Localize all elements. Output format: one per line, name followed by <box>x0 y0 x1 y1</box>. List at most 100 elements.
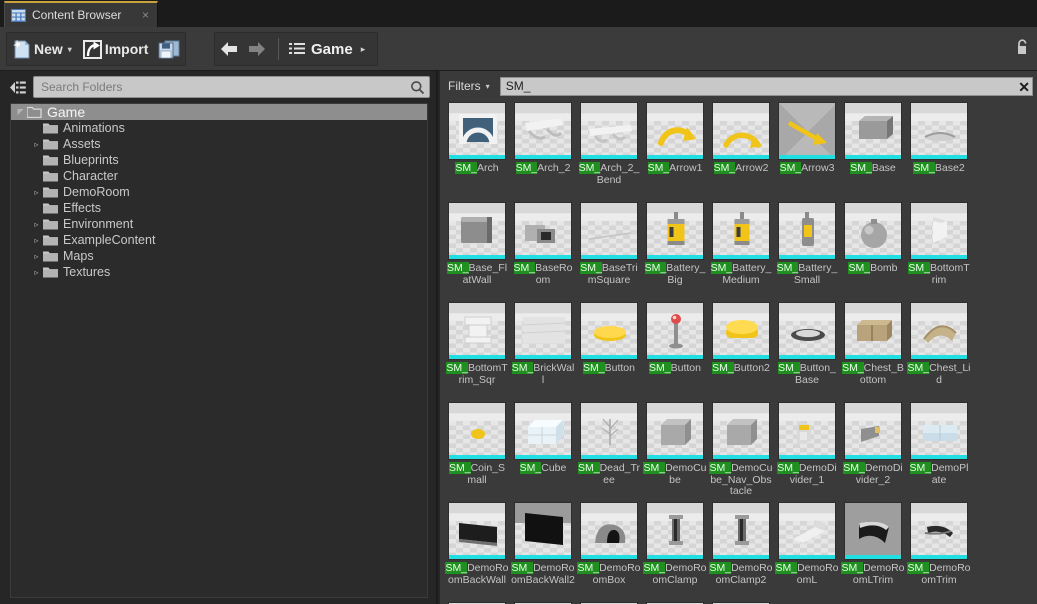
asset-thumbnail[interactable] <box>712 502 770 560</box>
asset-tile[interactable]: SM_Button2 <box>709 302 773 402</box>
search-assets-box[interactable]: ✕ <box>499 76 1033 96</box>
expander-closed-icon[interactable]: ▹ <box>31 187 42 198</box>
asset-thumbnail[interactable] <box>910 502 968 560</box>
asset-thumbnail[interactable] <box>778 102 836 160</box>
asset-tile[interactable]: SM_DemoRoomBackWall2 <box>511 502 575 602</box>
asset-thumbnail[interactable] <box>448 302 506 360</box>
asset-thumbnail[interactable] <box>448 202 506 260</box>
asset-tile[interactable]: SM_BottomTrim_Sqr <box>445 302 509 402</box>
asset-thumbnail[interactable] <box>778 502 836 560</box>
asset-thumbnail[interactable] <box>646 402 704 460</box>
asset-tile[interactable]: SM_Battery_Big <box>643 202 707 302</box>
asset-thumbnail[interactable] <box>580 202 638 260</box>
asset-tile[interactable]: SM_Battery_Medium <box>709 202 773 302</box>
asset-thumbnail[interactable] <box>646 502 704 560</box>
search-assets-input[interactable] <box>505 79 1014 93</box>
asset-tile[interactable]: SM_DemoRoomTrim <box>907 502 971 602</box>
path-list-icon[interactable] <box>289 42 305 56</box>
asset-tile[interactable]: SM_BrickWall <box>511 302 575 402</box>
asset-tile[interactable]: SM_Dead_Tree <box>577 402 641 502</box>
asset-thumbnail[interactable] <box>514 102 572 160</box>
tree-item-blueprints[interactable]: ▹ Blueprints <box>11 152 427 168</box>
search-folders-input[interactable] <box>41 80 409 94</box>
asset-thumbnail[interactable] <box>580 302 638 360</box>
asset-tile[interactable]: SM_Button_Base <box>775 302 839 402</box>
asset-tile[interactable]: SM_Chest_Lid <box>907 302 971 402</box>
asset-tile[interactable]: SM_Button <box>577 302 641 402</box>
asset-thumbnail[interactable] <box>844 302 902 360</box>
asset-thumbnail[interactable] <box>646 302 704 360</box>
expander-closed-icon[interactable]: ▹ <box>31 139 42 150</box>
tree-item-examplecontent[interactable]: ▹ ExampleContent <box>11 232 427 248</box>
asset-thumbnail[interactable] <box>646 102 704 160</box>
asset-thumbnail[interactable] <box>514 402 572 460</box>
asset-tile[interactable]: SM_Base <box>841 102 905 202</box>
asset-thumbnail[interactable] <box>844 402 902 460</box>
save-all-button[interactable] <box>153 34 185 64</box>
forward-arrow-icon[interactable] <box>246 39 268 59</box>
asset-tile[interactable]: SM_Base_FlatWall <box>445 202 509 302</box>
expander-closed-icon[interactable]: ▹ <box>31 267 42 278</box>
asset-tile[interactable]: SM_Button <box>643 302 707 402</box>
asset-tile[interactable]: SM_Arch_2_Bend <box>577 102 641 202</box>
asset-tile[interactable]: SM_DemoRoomBox <box>577 502 641 602</box>
asset-tile[interactable]: SM_BaseTrimSquare <box>577 202 641 302</box>
asset-tile[interactable]: SM_Arrow3 <box>775 102 839 202</box>
asset-thumbnail[interactable] <box>712 402 770 460</box>
asset-tile[interactable]: SM_DemoPlate <box>907 402 971 502</box>
asset-thumbnail[interactable] <box>844 502 902 560</box>
asset-tile[interactable]: SM_Bomb <box>841 202 905 302</box>
asset-thumbnail[interactable] <box>910 402 968 460</box>
search-folders-box[interactable] <box>33 76 430 98</box>
asset-thumbnail[interactable] <box>448 502 506 560</box>
tree-item-assets[interactable]: ▹ Assets <box>11 136 427 152</box>
asset-tile[interactable]: SM_Arch_2 <box>511 102 575 202</box>
close-icon[interactable]: × <box>140 9 151 21</box>
tree-item-textures[interactable]: ▹ Textures <box>11 264 427 280</box>
asset-tile[interactable]: SM_DemoRoomBackWall <box>445 502 509 602</box>
asset-thumbnail[interactable] <box>448 102 506 160</box>
asset-tile[interactable]: SM_Battery_Small <box>775 202 839 302</box>
asset-thumbnail[interactable] <box>778 302 836 360</box>
asset-tile[interactable]: SM_DemoRoomClamp <box>643 502 707 602</box>
asset-thumbnail[interactable] <box>712 302 770 360</box>
tab-content-browser[interactable]: Content Browser × <box>4 1 158 27</box>
sources-view-icon[interactable] <box>8 80 26 95</box>
asset-thumbnail[interactable] <box>514 202 572 260</box>
asset-tile[interactable]: SM_DemoRoomClamp2 <box>709 502 773 602</box>
asset-tile[interactable]: SM_Arrow1 <box>643 102 707 202</box>
asset-thumbnail[interactable] <box>910 302 968 360</box>
tree-item-character[interactable]: ▹ Character <box>11 168 427 184</box>
asset-tile[interactable]: SM_BottomTrim <box>907 202 971 302</box>
asset-tile[interactable]: SM_DemoDivider_2 <box>841 402 905 502</box>
tree-item-effects[interactable]: ▹ Effects <box>11 200 427 216</box>
new-button[interactable]: New ▾ <box>7 34 77 64</box>
asset-thumbnail[interactable] <box>580 102 638 160</box>
asset-thumbnail[interactable] <box>712 102 770 160</box>
tree-item-environment[interactable]: ▹ Environment <box>11 216 427 232</box>
asset-thumbnail[interactable] <box>712 202 770 260</box>
asset-tile[interactable]: SM_DemoRoomL <box>775 502 839 602</box>
tree-item-maps[interactable]: ▹ Maps <box>11 248 427 264</box>
tree-item-animations[interactable]: ▹ Animations <box>11 120 427 136</box>
asset-tile[interactable]: SM_BaseRoom <box>511 202 575 302</box>
asset-tile[interactable]: SM_DemoCube_Nav_Obstacle <box>709 402 773 502</box>
asset-thumbnail[interactable] <box>448 402 506 460</box>
expander-closed-icon[interactable]: ▹ <box>31 219 42 230</box>
asset-thumbnail[interactable] <box>580 502 638 560</box>
asset-thumbnail[interactable] <box>778 402 836 460</box>
tree-item-demoroom[interactable]: ▹ DemoRoom <box>11 184 427 200</box>
asset-thumbnail[interactable] <box>646 202 704 260</box>
asset-tile[interactable]: SM_Arch <box>445 102 509 202</box>
asset-tile[interactable]: SM_Coin_Small <box>445 402 509 502</box>
asset-tile[interactable]: SM_DemoDivider_1 <box>775 402 839 502</box>
asset-thumbnail[interactable] <box>514 502 572 560</box>
asset-thumbnail[interactable] <box>580 402 638 460</box>
asset-thumbnail[interactable] <box>910 102 968 160</box>
asset-thumbnail[interactable] <box>910 202 968 260</box>
back-arrow-icon[interactable] <box>218 39 240 59</box>
asset-thumbnail[interactable] <box>844 202 902 260</box>
import-button[interactable]: Import <box>77 34 154 64</box>
asset-tile[interactable]: SM_Cube <box>511 402 575 502</box>
filters-button[interactable]: Filters ▾ <box>444 77 496 95</box>
